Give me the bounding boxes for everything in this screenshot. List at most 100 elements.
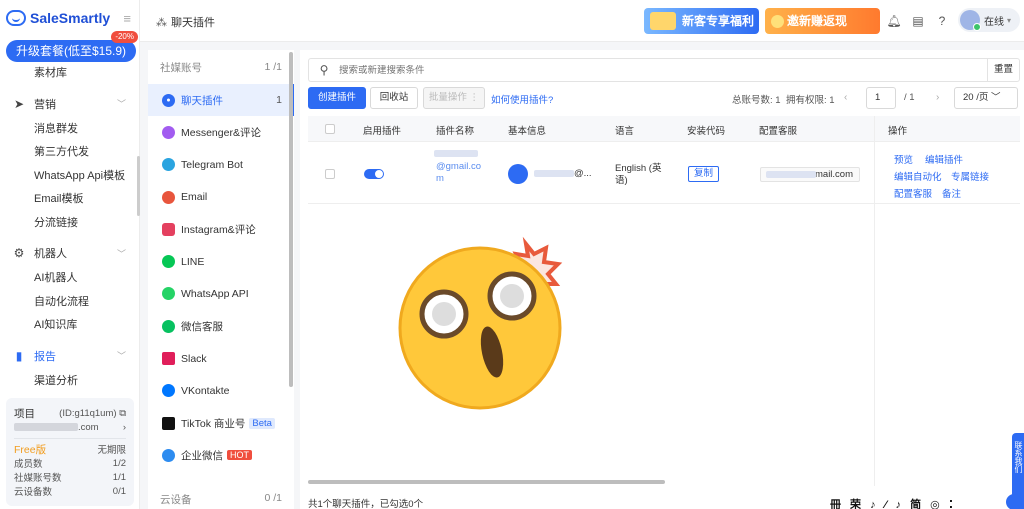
channel-item-whatsapp[interactable]: WhatsApp API [148, 278, 294, 310]
bell-icon[interactable]: 🔔︎ [886, 13, 902, 29]
sidebar-item-whatsapp-template[interactable]: WhatsApp Api模板 [0, 165, 140, 189]
edit-automation-link[interactable]: 编辑自动化 [894, 169, 942, 183]
sidebar-item-email-template[interactable]: Email模板 [0, 188, 140, 212]
channel-header-label: 社媒账号 [160, 61, 202, 74]
table-horizontal-scrollbar[interactable] [308, 480, 665, 484]
sidebar-group-report[interactable]: ▮ 报告 ﹀ [0, 342, 140, 370]
channel-item-messenger[interactable]: Messenger&评论 [148, 116, 294, 148]
project-domain-blur [14, 422, 78, 431]
chevron-down-icon: ﹀ [116, 351, 126, 361]
configure-agent-link[interactable]: 配置客服 [894, 186, 932, 200]
channel-item-line[interactable]: LINE [148, 245, 294, 277]
channel-item-vk[interactable]: VKontakte [148, 375, 294, 407]
channel-item-slack[interactable]: Slack [148, 342, 294, 374]
social-value: 1/1 [112, 471, 126, 483]
sidebar-item-material[interactable]: 素材库 [0, 62, 140, 86]
help-icon[interactable]: ? [934, 13, 950, 29]
row-checkbox[interactable] [325, 169, 335, 179]
search-icon: ⚲ [319, 63, 329, 77]
channel-item-telegram[interactable]: Telegram Bot [148, 149, 294, 181]
sidebar-nav: 素材库 ➤ 营销 ﹀ 消息群发 第三方代发 WhatsApp Api模板 Ema… [0, 62, 140, 393]
sidebar-item-ai-robot[interactable]: AI机器人 [0, 267, 140, 291]
page-title-text: 聊天插件 [171, 17, 215, 29]
beta-badge: Beta [249, 417, 275, 429]
enable-toggle[interactable] [364, 169, 384, 179]
social-label: 社媒账号数 [14, 473, 62, 484]
cloud-device-header: 云设备 0 /1 [148, 492, 294, 507]
channel-scrollbar[interactable] [289, 52, 293, 387]
prev-page-icon[interactable]: ‹ [844, 92, 847, 103]
new-customer-banner[interactable]: 新客专享福利 [644, 8, 759, 34]
edit-plugin-link[interactable]: 编辑插件 [925, 152, 963, 166]
menu-collapse-icon[interactable]: ≡ [123, 11, 131, 26]
plugin-name[interactable]: @gmail.co m [436, 161, 481, 185]
page-input[interactable]: 1 [866, 87, 896, 109]
clipboard-icon[interactable]: ▤ [910, 13, 926, 29]
channel-label: 微信客服 [181, 320, 223, 333]
bar-chart-icon: ▮ [15, 348, 23, 363]
brand-name: SaleSmartly [30, 10, 111, 26]
gift-icon [650, 12, 676, 30]
reset-button[interactable]: 重置 [986, 59, 1019, 81]
sidebar-item-automation[interactable]: 自动化流程 [0, 291, 140, 315]
channel-label: Slack [181, 352, 207, 365]
channel-item-wecom[interactable]: 企业微信 HOT [148, 439, 294, 471]
channel-item-chat-plugin[interactable]: ● 聊天插件 1 [148, 84, 294, 117]
help-link[interactable]: 如何使用插件? [491, 92, 553, 106]
footer-icons: 冊 荣 ♪ ⁄ ♪ 简 ◎ ⁚ [830, 499, 957, 509]
recycle-bin-button[interactable]: 回收站 [370, 87, 418, 109]
exclusive-link[interactable]: 专属链接 [951, 169, 989, 183]
banner-label: 邀新赚返现 [787, 14, 848, 28]
members-label: 成员数 [14, 459, 43, 470]
page-size-select[interactable]: 20 /页 ﹀ [954, 87, 1018, 109]
messenger-icon [162, 125, 175, 139]
channel-item-instagram[interactable]: Instagram&评论 [148, 213, 294, 245]
column-header: 操作 [888, 126, 908, 137]
sidebar-item-channel-analysis[interactable]: 渠道分析 [0, 370, 140, 394]
channel-item-email[interactable]: Email [148, 181, 294, 213]
plugin-language: English (英 语) [615, 163, 662, 186]
channel-item-tiktok[interactable]: TikTok 商业号 Beta [148, 407, 294, 439]
sidebar-group-marketing[interactable]: ➤ 营销 ﹀ [0, 90, 140, 118]
page-total: / 1 [904, 92, 915, 103]
channel-label: 聊天插件 [181, 94, 223, 107]
cloud-label: 云设备数 [14, 487, 53, 498]
top-bar: ⁂ 聊天插件 新客专享福利 邀新赚返现 🔔︎ ▤ ? 在线 ▾ [140, 0, 1024, 42]
create-plugin-button[interactable]: 创建插件 [308, 87, 366, 109]
slack-icon [162, 352, 175, 366]
preview-link[interactable]: 预览 [894, 152, 913, 166]
banner-label: 新客专享福利 [682, 14, 755, 28]
sidebar-item-split-link[interactable]: 分流链接 [0, 212, 140, 236]
robot-icon: ⚙ [13, 246, 25, 260]
telegram-icon [162, 158, 175, 172]
discount-badge: -20% [111, 31, 138, 43]
invite-banner[interactable]: 邀新赚返现 [765, 8, 880, 34]
column-header: 启用插件 [363, 126, 402, 137]
sidebar-item-broadcast[interactable]: 消息群发 [0, 118, 140, 142]
project-label: 项目 [14, 407, 35, 420]
user-status-button[interactable]: 在线 ▾ [958, 8, 1020, 32]
select-all-checkbox[interactable] [325, 124, 335, 134]
channel-label: WhatsApp API [181, 287, 249, 300]
upgrade-button[interactable]: 升级套餐(低至$15.9) -20% [6, 31, 138, 62]
next-page-icon[interactable]: › [936, 92, 939, 103]
sidebar-item-knowledge[interactable]: AI知识库 [0, 314, 140, 338]
copy-code-button[interactable]: 复制 [688, 166, 720, 182]
search-input[interactable] [339, 64, 987, 76]
plan-expiry: 无期限 [97, 445, 126, 456]
page-size-value: 20 /页 [963, 92, 989, 103]
vk-icon [162, 384, 175, 398]
wechat-icon [162, 319, 175, 333]
sidebar-scrollbar[interactable] [137, 156, 140, 216]
batch-operation-button[interactable]: 批量操作 ⋮ [423, 87, 485, 109]
chat-bubble-icon[interactable] [1006, 494, 1022, 509]
chevron-right-icon[interactable]: › [123, 422, 126, 433]
channel-header: 社媒账号 1 /1 [148, 50, 294, 84]
sidebar-group-robot[interactable]: ⚙ 机器人 ﹀ [0, 239, 140, 267]
chevron-down-icon: ▾ [1007, 15, 1012, 25]
copy-icon[interactable]: ⧉ [119, 408, 126, 419]
sidebar-group-label: 营销 [34, 98, 56, 111]
sidebar-item-third-party[interactable]: 第三方代发 [0, 141, 140, 165]
remark-link[interactable]: 备注 [942, 186, 961, 200]
channel-item-wechat[interactable]: 微信客服 [148, 310, 294, 342]
